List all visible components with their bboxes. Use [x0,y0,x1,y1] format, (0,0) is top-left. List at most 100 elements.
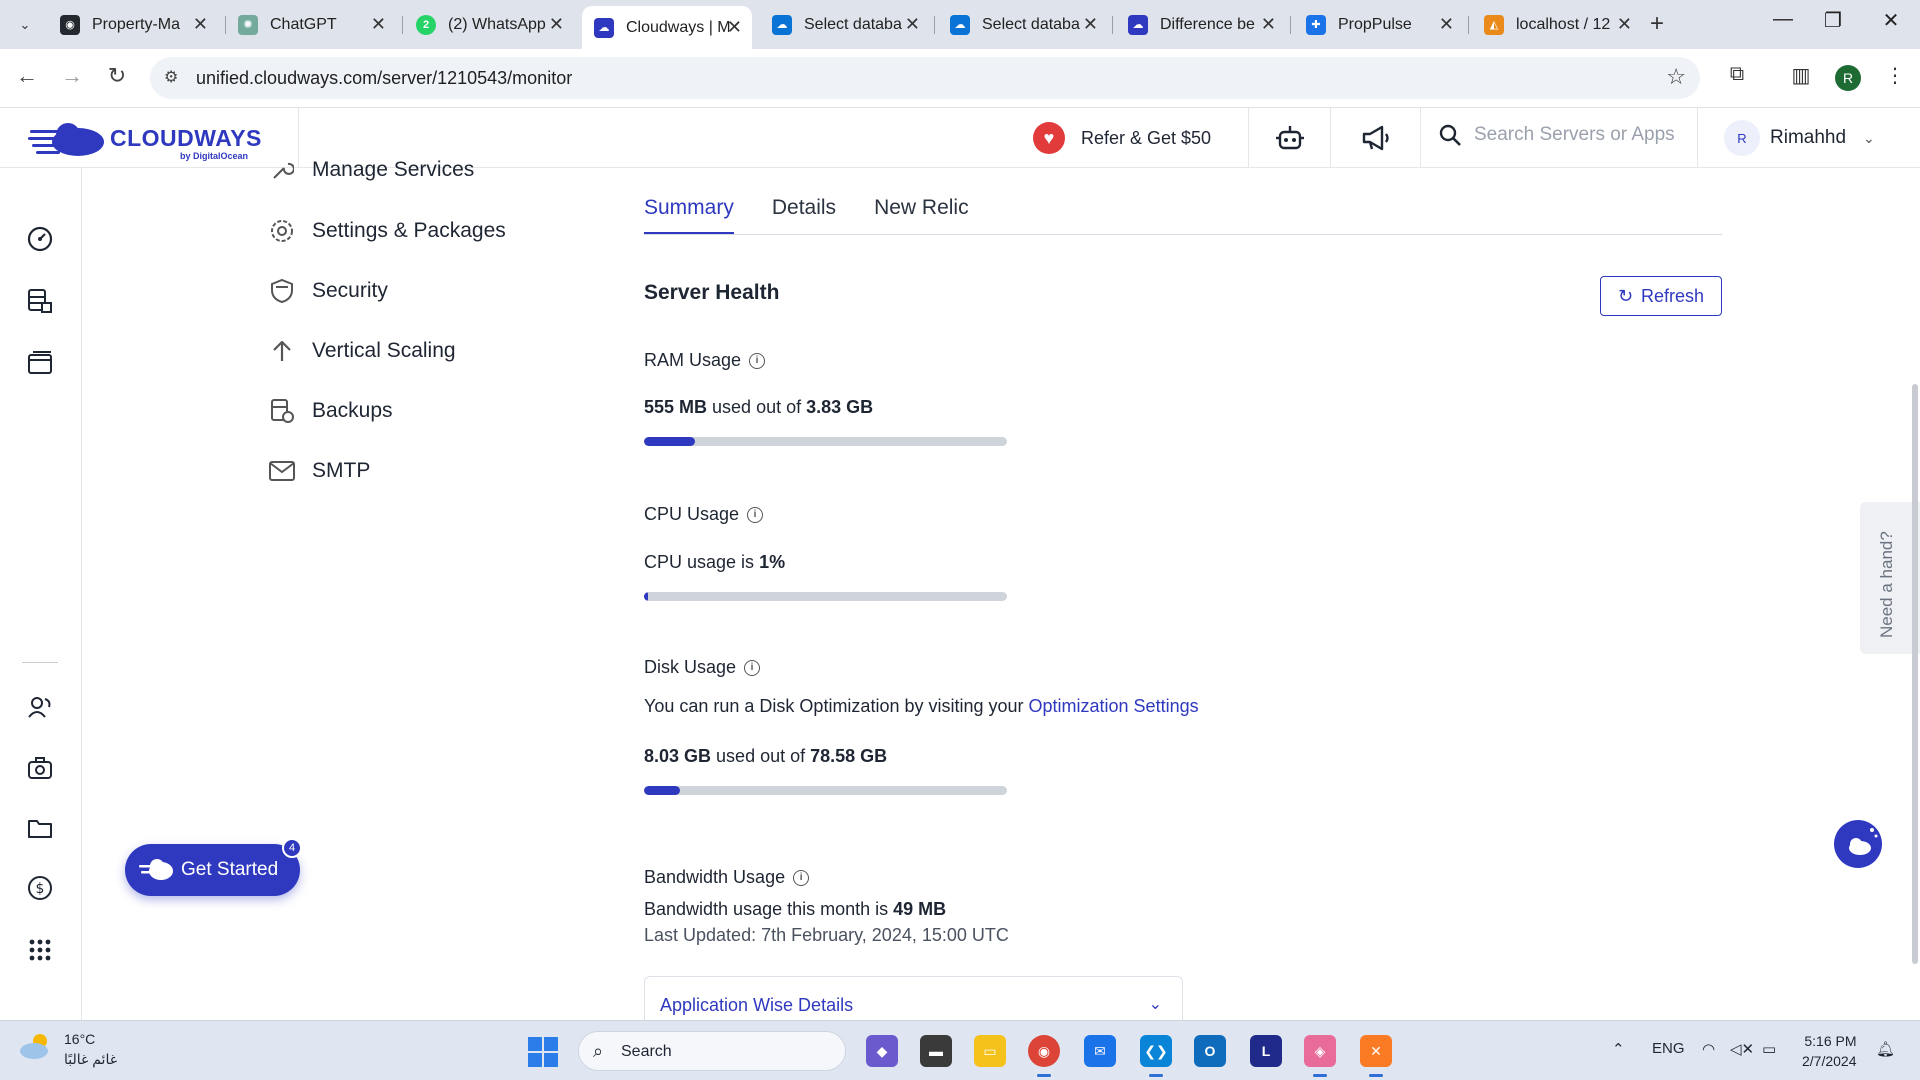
chat-assistant-icon[interactable] [1834,820,1882,868]
cloud-icon [139,859,173,880]
tab-details[interactable]: Details [772,196,836,235]
subnav-backups[interactable]: Backups [268,397,393,425]
disk-usage-bar [644,786,1007,795]
windows-start-icon[interactable] [528,1037,558,1067]
file-explorer-icon[interactable]: ▭ [974,1035,1006,1067]
username[interactable]: Rimahhd [1770,127,1846,149]
browser-tab[interactable]: ✺ ChatGPT ✕ [226,6,396,43]
close-tab-icon[interactable]: ✕ [1083,14,1098,35]
addons-icon[interactable] [24,752,56,784]
close-tab-icon[interactable]: ✕ [549,14,564,35]
address-bar[interactable]: ⚙ unified.cloudways.com/server/1210543/m… [150,57,1700,99]
tab-title: PropPulse [1338,15,1412,33]
info-icon[interactable]: i [747,506,764,523]
forward-icon[interactable]: → [57,63,87,89]
volume-muted-icon[interactable]: ◁✕ [1730,1040,1754,1058]
megaphone-icon[interactable] [1360,122,1392,154]
close-tab-icon[interactable]: ✕ [727,17,742,38]
chevron-down-icon[interactable]: ⌄ [1863,130,1875,147]
info-icon[interactable]: i [744,659,761,676]
side-panel-icon[interactable]: ▥ [1786,63,1816,88]
browser-tab[interactable]: ◉ Property-Ma ✕ [48,6,218,43]
speedometer-icon[interactable] [24,223,56,255]
browser-tab[interactable]: ✚ PropPulse ✕ [1294,6,1464,43]
notification-bell-icon[interactable]: 🔔︎ [1876,1040,1895,1058]
terminal-icon[interactable]: ▬ [920,1035,952,1067]
reload-icon[interactable]: ↻ [102,63,132,89]
temperature: 16°C [64,1031,96,1047]
close-tab-icon[interactable]: ✕ [1617,14,1632,35]
page-scrollbar[interactable] [1912,384,1918,964]
cloudways-logo[interactable]: CLOUDWAYS by DigitalOcean [28,116,268,161]
tab-search-chevron-icon[interactable]: ⌄ [10,10,40,40]
site-info-icon[interactable]: ⚙ [164,67,178,87]
l-app-icon[interactable]: L [1250,1035,1282,1067]
azure-icon: ☁ [950,14,970,35]
weather-widget[interactable]: 16°C غائم غالبًا [18,1031,117,1067]
tabs-divider [644,234,1722,235]
vscode-icon[interactable]: ❮❯ [1140,1035,1172,1077]
need-a-hand-tab[interactable]: Need a hand? [1860,502,1920,654]
battery-icon[interactable]: ▭ [1762,1040,1776,1058]
get-started-button[interactable]: Get Started 4 [125,838,302,896]
folder-icon[interactable] [24,812,56,844]
xampp-icon[interactable]: ✕ [1360,1035,1392,1077]
subnav-manage-services[interactable]: Manage Services [268,156,474,184]
tab-summary[interactable]: Summary [644,196,734,235]
browser-tab-active[interactable]: ☁ Cloudways | M ✕ [582,6,752,49]
server-search-input[interactable]: Search Servers or Apps [1438,123,1675,147]
browser-tab[interactable]: ☁ Select databa ✕ [938,6,1108,43]
arrow-up-icon [268,337,296,365]
gitkraken-icon[interactable]: ◈ [1304,1035,1336,1077]
minimize-icon[interactable]: — [1760,8,1806,31]
brand-sub: by DigitalOcean [180,151,249,161]
close-window-icon[interactable]: ✕ [1868,8,1914,33]
need-hand-label: Need a hand? [1877,531,1896,638]
wifi-icon[interactable]: ◠ [1702,1040,1715,1058]
back-icon[interactable]: ← [12,63,42,89]
close-tab-icon[interactable]: ✕ [1439,14,1454,35]
optimization-settings-link[interactable]: Optimization Settings [1029,696,1199,716]
close-tab-icon[interactable]: ✕ [193,14,208,35]
phpmyadmin-icon: ◭ [1484,14,1504,35]
bookmark-star-icon[interactable]: ☆ [1666,64,1686,90]
servers-icon[interactable] [24,285,56,317]
info-icon[interactable]: i [749,352,766,369]
team-icon[interactable] [24,692,56,724]
close-tab-icon[interactable]: ✕ [1261,14,1276,35]
info-icon[interactable]: i [793,869,810,886]
subnav-security[interactable]: Security [268,277,388,305]
applications-icon[interactable] [24,347,56,379]
profile-avatar[interactable]: R [1835,65,1861,91]
mail-app-icon[interactable]: ✉ [1084,1035,1116,1067]
billing-icon[interactable]: $ [24,872,56,904]
refresh-button[interactable]: ↻ Refresh [1600,276,1722,316]
browser-tab[interactable]: 2 (2) WhatsApp ✕ [404,6,574,43]
system-clock[interactable]: 5:16 PM 2/7/2024 [1802,1031,1857,1071]
outlook-icon[interactable]: O [1194,1035,1226,1067]
taskbar-search[interactable]: ⌕ Search [578,1031,846,1071]
browser-tab[interactable]: ◭ localhost / 12 ✕ [1472,6,1642,43]
tray-chevron-up-icon[interactable]: ⌃ [1612,1040,1625,1058]
application-wise-details-accordion[interactable]: Application Wise Details ⌄ [644,976,1183,1026]
subnav-vertical-scaling[interactable]: Vertical Scaling [268,337,456,365]
close-tab-icon[interactable]: ✕ [905,14,920,35]
url-text[interactable]: unified.cloudways.com/server/1210543/mon… [196,68,572,89]
apps-grid-icon[interactable] [24,934,56,966]
copilot-icon[interactable]: ◆ [866,1035,898,1067]
bot-icon[interactable] [1274,122,1306,154]
chrome-icon[interactable]: ◉ [1028,1035,1060,1077]
subnav-settings-packages[interactable]: Settings & Packages [268,217,506,245]
subnav-smtp[interactable]: SMTP [268,457,370,485]
restore-icon[interactable]: ❐ [1810,8,1856,33]
browser-tab[interactable]: ☁ Difference be ✕ [1116,6,1286,43]
tab-new-relic[interactable]: New Relic [874,196,969,235]
browser-tab[interactable]: ☁ Select databa ✕ [760,6,930,43]
close-tab-icon[interactable]: ✕ [371,14,386,35]
user-avatar[interactable]: R [1724,120,1760,156]
new-tab-icon[interactable]: + [1650,10,1664,38]
language-indicator[interactable]: ENG [1652,1040,1685,1057]
menu-kebab-icon[interactable]: ⋮ [1880,63,1910,88]
refer-button[interactable]: ♥ Refer & Get $50 [1033,122,1211,154]
extensions-icon[interactable]: ⧉ [1722,63,1752,86]
